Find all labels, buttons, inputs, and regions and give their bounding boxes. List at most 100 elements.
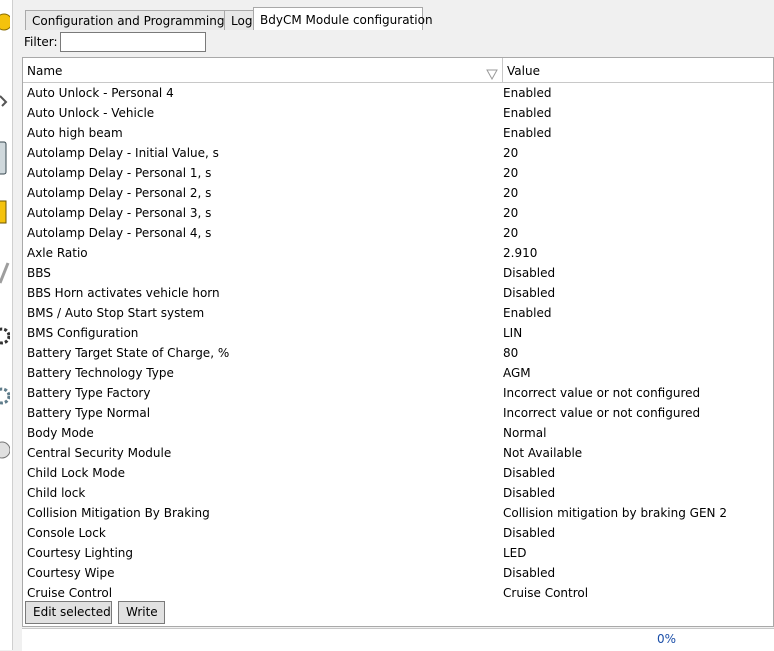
row-name-cell: Courtesy Wipe — [27, 566, 115, 580]
phone-icon[interactable] — [0, 140, 10, 176]
row-name-cell: Auto Unlock - Personal 4 — [27, 86, 174, 100]
table-row[interactable]: Courtesy Wipe Disabled — [23, 563, 773, 583]
tool-icon[interactable] — [0, 80, 10, 116]
row-name-cell: BBS Horn activates vehicle horn — [27, 286, 220, 300]
tool-sidebar — [0, 0, 13, 650]
table-row[interactable]: Body Mode Normal — [23, 423, 773, 443]
table-row[interactable]: Auto Unlock - Personal 4 Enabled — [23, 83, 773, 103]
row-name-cell: Battery Target State of Charge, % — [27, 346, 230, 360]
row-value-cell: Enabled — [503, 306, 552, 320]
tab-bdycm-module-configuration[interactable]: BdyCM Module configuration — [253, 7, 433, 31]
key-icon[interactable] — [0, 195, 10, 231]
row-value-cell: 20 — [503, 166, 519, 180]
row-value-cell: Collision mitigation by braking GEN 2 — [503, 506, 727, 520]
row-name-cell: Auto Unlock - Vehicle — [27, 106, 155, 120]
row-value-cell: Enabled — [503, 126, 552, 140]
table-row[interactable]: Battery Target State of Charge, % 80 — [23, 343, 773, 363]
row-value-cell: Normal — [503, 426, 547, 440]
row-value-cell: Enabled — [503, 86, 552, 100]
column-header-name-label: Name — [27, 64, 63, 78]
row-value-cell: 20 — [503, 186, 519, 200]
row-name-cell: Autolamp Delay - Personal 4, s — [27, 226, 212, 240]
write-button[interactable]: Write — [118, 601, 165, 624]
module-config-panel: Filter: Name Value Auto Unlock - Persona… — [22, 30, 774, 651]
table-row[interactable]: Child lock Disabled — [23, 483, 773, 503]
row-value-cell: Cruise Control — [503, 586, 589, 600]
table-row[interactable]: Console Lock Disabled — [23, 523, 773, 543]
row-value-cell: 80 — [503, 346, 519, 360]
row-name-cell: Battery Type Normal — [27, 406, 151, 420]
table-row[interactable]: Child Lock Mode Disabled — [23, 463, 773, 483]
row-name-cell: Autolamp Delay - Personal 2, s — [27, 186, 212, 200]
table-row[interactable]: Collision Mitigation By Braking Collision… — [23, 503, 773, 523]
gear-icon[interactable] — [0, 318, 10, 354]
column-header-name[interactable]: Name — [23, 58, 503, 82]
table-row[interactable]: Central Security Module Not Available — [23, 443, 773, 463]
row-value-cell: Incorrect value or not configured — [503, 406, 701, 420]
row-value-cell: Disabled — [503, 466, 556, 480]
cog-icon[interactable] — [0, 378, 10, 414]
table-row[interactable]: Courtesy Lighting LED — [23, 543, 773, 563]
status-bar: 0% — [22, 628, 774, 651]
column-header-value[interactable]: Value — [503, 58, 773, 82]
table-row[interactable]: Autolamp Delay - Personal 4, s 20 — [23, 223, 773, 243]
tab-configuration-programming[interactable]: Configuration and Programming — [25, 10, 225, 31]
row-name-cell: Courtesy Lighting — [27, 546, 134, 560]
row-name-cell: Auto high beam — [27, 126, 123, 140]
row-name-cell: Battery Type Factory — [27, 386, 151, 400]
table-header: Name Value — [23, 58, 773, 83]
row-name-cell: Cruise Control — [27, 586, 113, 600]
table-row[interactable]: Autolamp Delay - Personal 3, s 20 — [23, 203, 773, 223]
row-name-cell: Autolamp Delay - Initial Value, s — [27, 146, 219, 160]
edit-selected-button[interactable]: Edit selected — [25, 601, 112, 624]
row-name-cell: Child Lock Mode — [27, 466, 125, 480]
row-name-cell: BMS Configuration — [27, 326, 139, 340]
filter-input[interactable] — [60, 32, 206, 52]
row-value-cell: AGM — [503, 366, 531, 380]
row-name-cell: Central Security Module — [27, 446, 172, 460]
row-name-cell: Battery Technology Type — [27, 366, 174, 380]
row-value-cell: Not Available — [503, 446, 583, 460]
table-row[interactable]: Auto high beam Enabled — [23, 123, 773, 143]
bulb-icon[interactable] — [0, 2, 10, 38]
row-value-cell: Disabled — [503, 266, 556, 280]
row-name-cell: Autolamp Delay - Personal 1, s — [27, 166, 212, 180]
row-value-cell: Disabled — [503, 286, 556, 300]
table-row[interactable]: Battery Type Factory Incorrect value or n… — [23, 383, 773, 403]
row-value-cell: 20 — [503, 146, 519, 160]
disc-icon[interactable] — [0, 432, 10, 468]
table-row[interactable]: Autolamp Delay - Personal 1, s 20 — [23, 163, 773, 183]
row-value-cell: 2.910 — [503, 246, 538, 260]
table-row[interactable]: Cruise Control Cruise Control — [23, 583, 773, 603]
row-name-cell: Console Lock — [27, 526, 106, 540]
table-row[interactable]: BBS Disabled — [23, 263, 773, 283]
tab-log[interactable]: Log — [224, 10, 254, 31]
table-row[interactable]: BBS Horn activates vehicle horn Disabled — [23, 283, 773, 303]
wrench-icon[interactable] — [0, 255, 10, 291]
table-row[interactable]: BMS / Auto Stop Start system Enabled — [23, 303, 773, 323]
table-row[interactable]: Battery Type Normal Incorrect value or no… — [23, 403, 773, 423]
row-name-cell: Child lock — [27, 486, 86, 500]
row-value-cell: LED — [503, 546, 527, 560]
row-value-cell: 20 — [503, 206, 519, 220]
row-value-cell: Disabled — [503, 486, 556, 500]
row-name-cell: Collision Mitigation By Braking — [27, 506, 210, 520]
progress-percent: 0% — [657, 632, 677, 646]
table-row[interactable]: Battery Technology Type AGM — [23, 363, 773, 383]
table-row[interactable]: BMS Configuration LIN — [23, 323, 773, 343]
row-value-cell: Enabled — [503, 106, 552, 120]
row-name-cell: Axle Ratio — [27, 246, 88, 260]
row-value-cell: Incorrect value or not configured — [503, 386, 701, 400]
tab-strip: Configuration and Programming Log BdyCM … — [22, 0, 774, 31]
row-name-cell: BBS — [27, 266, 51, 280]
row-name-cell: BMS / Auto Stop Start system — [27, 306, 205, 320]
table-row[interactable]: Auto Unlock - Vehicle Enabled — [23, 103, 773, 123]
table-row[interactable]: Autolamp Delay - Personal 2, s 20 — [23, 183, 773, 203]
table-row[interactable]: Axle Ratio 2.910 — [23, 243, 773, 263]
table-body: Auto Unlock - Personal 4 Enabled Auto Unlo… — [23, 83, 773, 603]
row-value-cell: LIN — [503, 326, 523, 340]
row-name-cell: Autolamp Delay - Personal 3, s — [27, 206, 212, 220]
filter-label: Filter: — [24, 35, 58, 49]
table-row[interactable]: Autolamp Delay - Initial Value, s 20 — [23, 143, 773, 163]
row-name-cell: Body Mode — [27, 426, 94, 440]
